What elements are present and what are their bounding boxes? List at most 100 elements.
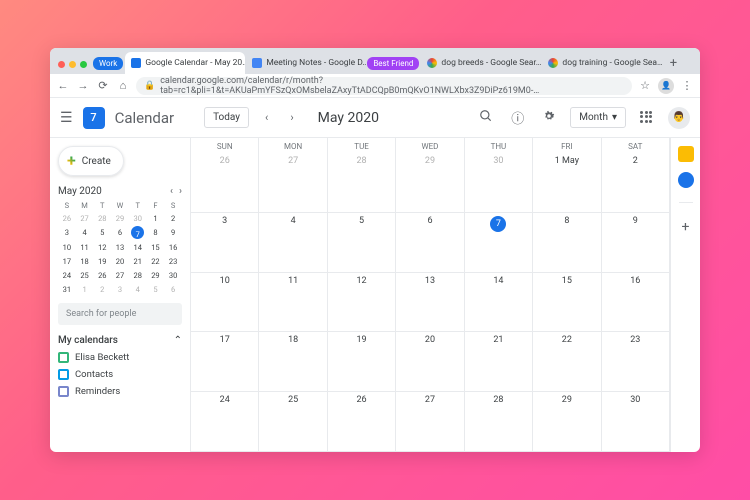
calendar-checkbox[interactable] [58, 369, 69, 380]
day-cell[interactable]: 10 [191, 273, 259, 333]
mini-day[interactable]: 7 [131, 226, 144, 239]
mini-day[interactable]: 8 [147, 226, 165, 239]
mini-day[interactable]: 21 [129, 255, 147, 267]
month-grid[interactable]: 26272829301 May2345678910111213141516171… [191, 153, 670, 452]
mini-day[interactable]: 28 [93, 212, 111, 224]
search-icon[interactable] [475, 109, 497, 127]
day-cell[interactable]: 18 [259, 332, 327, 392]
day-cell[interactable]: 17 [191, 332, 259, 392]
day-cell[interactable]: 3 [191, 213, 259, 273]
mini-day[interactable]: 9 [164, 226, 182, 239]
day-cell[interactable]: 26 [191, 153, 259, 213]
mini-day[interactable]: 19 [93, 255, 111, 267]
mini-day[interactable]: 28 [129, 269, 147, 281]
day-cell[interactable]: 7 [465, 213, 533, 273]
maximize-window-icon[interactable] [80, 61, 87, 68]
day-cell[interactable]: 21 [465, 332, 533, 392]
mini-day[interactable]: 11 [76, 241, 94, 253]
tab-group-chip[interactable]: Best Friend [367, 57, 419, 70]
day-cell[interactable]: 5 [328, 213, 396, 273]
mini-day[interactable]: 6 [164, 283, 182, 295]
mini-calendar[interactable]: SMTWTFS262728293012345678910111213141516… [58, 201, 182, 295]
mini-day[interactable]: 18 [76, 255, 94, 267]
day-cell[interactable]: 24 [191, 392, 259, 452]
calendar-checkbox[interactable] [58, 386, 69, 397]
mini-day[interactable]: 17 [58, 255, 76, 267]
day-cell[interactable]: 26 [328, 392, 396, 452]
mini-day[interactable]: 1 [76, 283, 94, 295]
tab-group-chip[interactable]: Work [93, 57, 123, 70]
day-cell[interactable]: 25 [259, 392, 327, 452]
mini-day[interactable]: 26 [93, 269, 111, 281]
day-cell[interactable]: 30 [465, 153, 533, 213]
browser-tab[interactable]: dog training - Google Sea…× [542, 52, 662, 74]
calendar-checkbox[interactable] [58, 352, 69, 363]
calendar-item[interactable]: Reminders [58, 386, 182, 397]
browser-menu-icon[interactable]: ⋮ [680, 79, 694, 92]
account-avatar[interactable]: 👨 [668, 107, 690, 129]
day-cell[interactable]: 27 [259, 153, 327, 213]
day-cell[interactable]: 2 [602, 153, 670, 213]
bookmark-icon[interactable]: ☆ [638, 79, 652, 92]
mini-day[interactable]: 29 [111, 212, 129, 224]
support-icon[interactable]: ⓘ [507, 108, 528, 127]
day-cell[interactable]: 19 [328, 332, 396, 392]
mini-next-button[interactable]: › [179, 186, 182, 197]
day-cell[interactable]: 4 [259, 213, 327, 273]
mini-prev-button[interactable]: ‹ [170, 186, 173, 197]
reload-button[interactable]: ⟳ [96, 79, 110, 92]
day-cell[interactable]: 28 [328, 153, 396, 213]
settings-icon[interactable] [538, 109, 560, 127]
mini-day[interactable]: 3 [111, 283, 129, 295]
day-cell[interactable]: 20 [396, 332, 464, 392]
mini-day[interactable]: 1 [147, 212, 165, 224]
tasks-icon[interactable] [678, 172, 694, 188]
apps-launcher-icon[interactable] [636, 111, 658, 125]
mini-day[interactable]: 20 [111, 255, 129, 267]
day-cell[interactable]: 8 [533, 213, 601, 273]
mini-day[interactable]: 4 [76, 226, 94, 239]
day-cell[interactable]: 27 [396, 392, 464, 452]
close-window-icon[interactable] [58, 61, 65, 68]
mini-day[interactable]: 14 [129, 241, 147, 253]
browser-tab[interactable]: dog breeds - Google Sear…× [421, 52, 541, 74]
day-cell[interactable]: 1 May [533, 153, 601, 213]
day-cell[interactable]: 28 [465, 392, 533, 452]
day-cell[interactable]: 29 [396, 153, 464, 213]
mini-day[interactable]: 4 [129, 283, 147, 295]
next-month-button[interactable]: › [284, 111, 299, 124]
day-cell[interactable]: 13 [396, 273, 464, 333]
mini-day[interactable]: 25 [76, 269, 94, 281]
browser-tab[interactable]: Meeting Notes - Google D…× [246, 52, 366, 74]
mini-day[interactable]: 30 [164, 269, 182, 281]
day-cell[interactable]: 29 [533, 392, 601, 452]
day-cell[interactable]: 15 [533, 273, 601, 333]
day-cell[interactable]: 22 [533, 332, 601, 392]
mini-day[interactable]: 2 [164, 212, 182, 224]
mini-day[interactable]: 30 [129, 212, 147, 224]
mini-day[interactable]: 10 [58, 241, 76, 253]
calendar-item[interactable]: Contacts [58, 369, 182, 380]
mini-day[interactable]: 31 [58, 283, 76, 295]
back-button[interactable]: ← [56, 79, 70, 92]
day-cell[interactable]: 23 [602, 332, 670, 392]
create-button[interactable]: + Create [58, 146, 124, 176]
day-cell[interactable]: 11 [259, 273, 327, 333]
mini-day[interactable]: 23 [164, 255, 182, 267]
day-cell[interactable]: 16 [602, 273, 670, 333]
forward-button[interactable]: → [76, 79, 90, 92]
mini-day[interactable]: 15 [147, 241, 165, 253]
mini-day[interactable]: 6 [111, 226, 129, 239]
day-cell[interactable]: 14 [465, 273, 533, 333]
calendar-item[interactable]: Elisa Beckett [58, 352, 182, 363]
keep-icon[interactable] [678, 146, 694, 162]
day-cell[interactable]: 6 [396, 213, 464, 273]
mini-day[interactable]: 12 [93, 241, 111, 253]
my-calendars-title[interactable]: My calendars [58, 335, 118, 346]
add-addon-button[interactable]: + [682, 219, 690, 235]
mini-day[interactable]: 26 [58, 212, 76, 224]
mini-day[interactable]: 5 [147, 283, 165, 295]
browser-tab[interactable]: Google Calendar - May 20…× [125, 52, 245, 74]
mini-day[interactable]: 2 [93, 283, 111, 295]
mini-day[interactable]: 16 [164, 241, 182, 253]
